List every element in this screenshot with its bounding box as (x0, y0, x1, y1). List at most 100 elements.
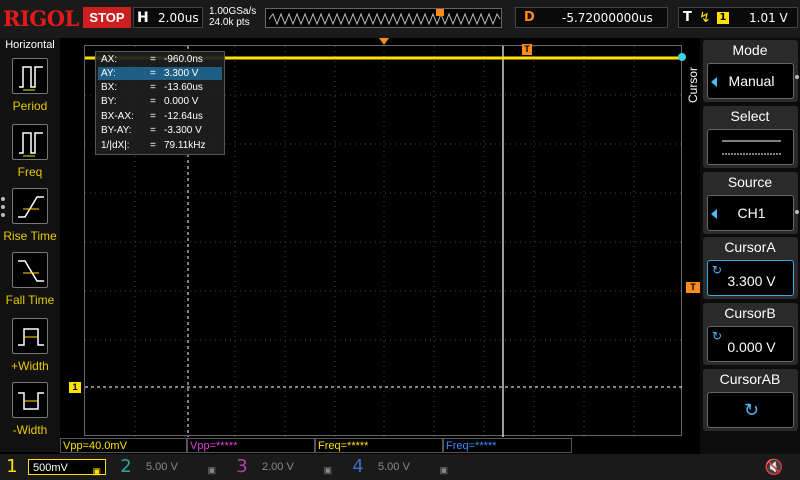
trigger-box[interactable]: T ↯ 1 1.01 V (678, 7, 798, 28)
cursor-b-value: 0.000 V (727, 339, 776, 355)
readout-row-by-ay: BY-AY: = -3.300 V (98, 124, 222, 137)
measurement-4[interactable]: Freq=***** (443, 438, 572, 453)
fall-time-icon (12, 252, 48, 288)
channel-2-number: 2 (120, 456, 132, 477)
top-status-bar: RIGOL STOP H 2.00us 1.00GSa/s 24.0k pts … (0, 0, 800, 38)
timebase-box[interactable]: H 2.00us (133, 7, 203, 28)
cursor-a-value: 3.300 V (727, 273, 776, 289)
channel-1-number: 1 (6, 456, 18, 477)
channel-bar: 1 500mV ▣ 2 5.00 V ▣ 3 2.00 V ▣ 4 5.00 V… (0, 454, 800, 480)
channel-2-scale: 5.00 V ▣ (142, 459, 220, 475)
bandwidth-icon: ▣ (323, 465, 332, 475)
measure-fall-time[interactable]: Fall Time (0, 252, 60, 316)
mode-value: Manual (728, 73, 775, 89)
sample-rate: 1.00GSa/s (209, 6, 257, 17)
knob-rotate-icon: ↻ (743, 400, 760, 420)
mode-value-box[interactable]: Manual (707, 63, 794, 99)
cursor-a-marker: T (522, 44, 532, 55)
select-value-box[interactable] (707, 129, 794, 165)
cursor-b-value-box[interactable]: ↻ 0.000 V (707, 326, 794, 362)
cursor-a-title: CursorA (724, 239, 776, 255)
channel-3-scale-text: 2.00 V (262, 461, 294, 473)
rigol-logo: RIGOL (3, 6, 79, 31)
delay-box[interactable]: D -5.72000000us (515, 7, 668, 28)
measure-negative-width-label: -Width (12, 423, 48, 437)
readout-key: BY-AY: (101, 125, 132, 136)
readout-key: 1/|dX|: (101, 140, 130, 151)
readout-eq: = (150, 125, 156, 136)
readout-key: BX-AX: (101, 111, 134, 122)
readout-key: BY: (101, 96, 117, 107)
measure-positive-width[interactable]: +Width (0, 318, 60, 382)
positive-width-icon (12, 318, 48, 354)
trigger-position-marker (379, 38, 389, 45)
readout-eq: = (150, 111, 156, 122)
channel-3-number: 3 (236, 456, 248, 477)
channel-4[interactable]: 4 5.00 V ▣ (348, 456, 458, 478)
channel-2-scale-text: 5.00 V (146, 461, 178, 473)
run-stop-button[interactable]: STOP (83, 7, 131, 28)
trigger-level-value: 1.01 V (749, 11, 788, 25)
readout-row-ax: AX: = -960.0ns (98, 53, 222, 66)
channel-1-scale: 500mV ▣ (28, 459, 106, 476)
overview-wave-icon (268, 9, 501, 26)
readout-value: -13.60us (164, 82, 203, 93)
channel-4-scale: 5.00 V ▣ (374, 459, 452, 475)
measure-fall-time-label: Fall Time (5, 293, 55, 307)
readout-eq: = (150, 54, 156, 65)
menu-vertical-label: Cursor (683, 55, 700, 105)
channel-4-number: 4 (352, 456, 364, 477)
channel-3-scale: 2.00 V ▣ (258, 459, 336, 475)
measure-freq[interactable]: Freq (0, 124, 60, 188)
cursor-ab-value-box[interactable]: ↻ (707, 392, 794, 428)
trigger-level-marker[interactable]: T (686, 282, 700, 293)
source-value-box[interactable]: CH1 (707, 195, 794, 231)
bandwidth-icon: ▣ (439, 465, 448, 475)
period-icon (12, 58, 48, 94)
bandwidth-icon: ▣ (92, 466, 101, 476)
readout-key: BX: (101, 82, 118, 93)
ch1-ground-marker[interactable]: 1 (69, 382, 81, 393)
readout-row-by: BY: = 0.000 V (98, 95, 222, 108)
readout-row-inv-dx: 1/|dX|: = 79.11kHz (98, 139, 222, 152)
measurement-2[interactable]: Vpp=***** (187, 438, 315, 453)
channel-1[interactable]: 1 500mV ▣ (2, 456, 112, 478)
readout-value: -3.300 V (164, 125, 202, 136)
measurement-1[interactable]: Vpp=40.0mV (60, 438, 187, 453)
readout-row-ay: AY: = 3.300 V (98, 67, 222, 80)
measure-rise-time[interactable]: Rise Time (0, 188, 60, 252)
rising-edge-icon: ↯ (699, 10, 711, 26)
negative-width-icon (12, 382, 48, 418)
waveform-overview[interactable] (265, 8, 502, 28)
measure-negative-width[interactable]: -Width (0, 382, 60, 446)
select-title: Select (730, 108, 770, 124)
bandwidth-icon: ▣ (207, 465, 216, 475)
source-value: CH1 (737, 205, 766, 221)
cursor-readout: AX: = -960.0ns AY: = 3.300 V BX: = -13.6… (95, 51, 225, 155)
measure-period[interactable]: Period (0, 58, 60, 122)
readout-value: 3.300 V (164, 68, 199, 79)
menu-name: Cursor (686, 66, 700, 103)
readout-value: 79.11kHz (164, 140, 206, 151)
trigger-key: T (683, 10, 692, 25)
speaker-muted-icon[interactable]: 🔇 (762, 456, 786, 478)
readout-eq: = (150, 96, 156, 107)
mode-title: Mode (732, 42, 768, 58)
cursor-a-value-box[interactable]: ↻ 3.300 V (707, 260, 794, 296)
measure-rise-time-label: Rise Time (3, 229, 57, 243)
measurement-3[interactable]: Freq=***** (315, 438, 443, 453)
channel-3[interactable]: 3 2.00 V ▣ (232, 456, 342, 478)
channel-2[interactable]: 2 5.00 V ▣ (116, 456, 226, 478)
measure-freq-label: Freq (17, 165, 43, 179)
readout-key: AX: (101, 54, 118, 65)
cursor-ab-title: CursorAB (719, 371, 781, 387)
delay-key: D (524, 10, 535, 25)
source-title: Source (727, 174, 773, 190)
cursor-lines-icon (722, 140, 781, 155)
readout-value: 0.000 V (164, 96, 199, 107)
trigger-channel-badge: 1 (717, 12, 729, 24)
delay-value: -5.72000000us (562, 11, 653, 25)
timebase-key: H (137, 10, 149, 26)
page-dot (1, 197, 5, 201)
measure-positive-width-label: +Width (11, 359, 49, 373)
